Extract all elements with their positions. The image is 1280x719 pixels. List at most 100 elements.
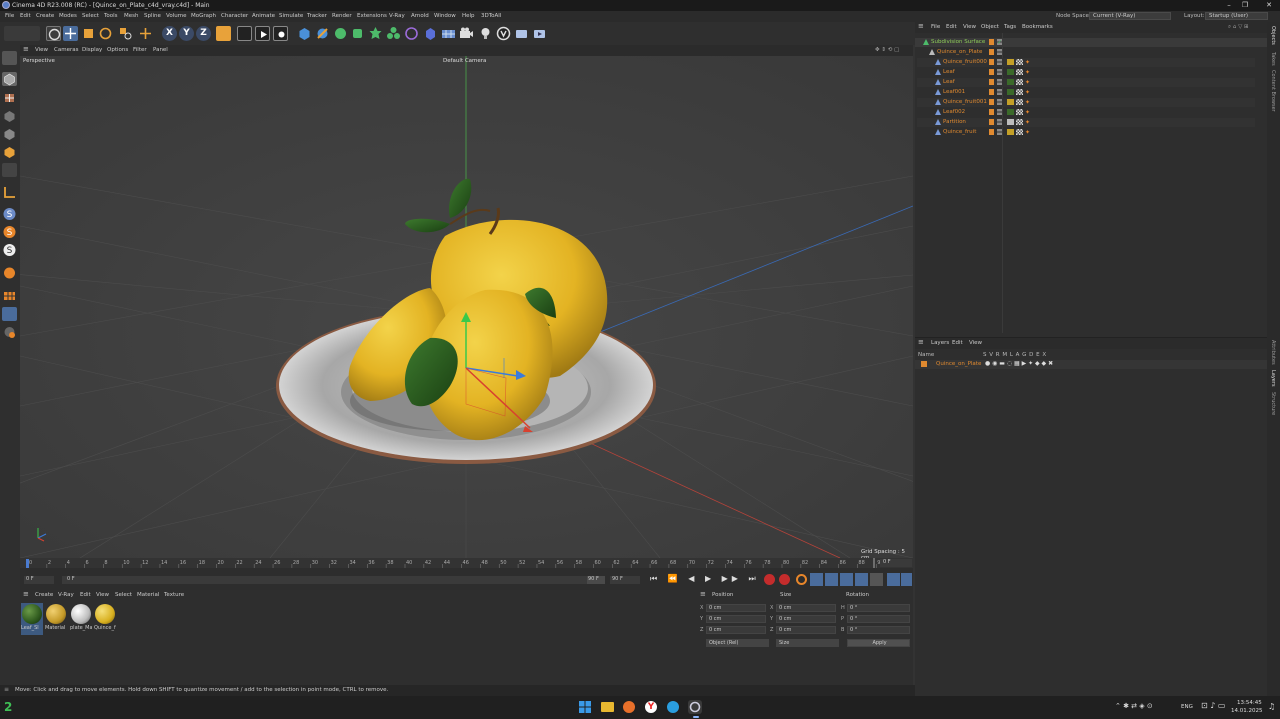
scale-tool-icon[interactable] [81,26,96,41]
timeline-window-icon[interactable] [901,573,912,586]
phong-tag-icon[interactable]: ✦ [1025,128,1031,136]
size-mode-dropdown[interactable]: Size [776,639,839,647]
visibility-dots-icon[interactable] [997,79,1002,85]
phong-tag-icon[interactable]: ✦ [1025,88,1031,96]
notification-bell-icon[interactable]: ♫ [1268,702,1275,711]
object-menu-icon[interactable]: ≡ [918,22,924,30]
layer-color-icon[interactable] [989,69,994,75]
object-name[interactable]: Quince_fruit [943,128,976,137]
menu-window[interactable]: Window [434,13,456,19]
layer-menu-icon[interactable]: ≡ [918,338,924,346]
viewport-menu-panel[interactable]: Panel [153,47,168,53]
layer-flags-icons[interactable]: ● ◉ ▬ ◌ ▦ ▶ ✦ ◆ ◆ ✖ [985,360,1053,367]
tab-content-browser[interactable]: Content Browser [1270,70,1276,112]
maximize-button[interactable]: ❐ [1238,1,1252,10]
tab-layers[interactable]: Layers [1270,370,1276,387]
material-menu-select[interactable]: Select [115,592,132,598]
x-axis-lock-button[interactable]: X [162,26,177,41]
move-tool-icon[interactable] [63,26,78,41]
keyframe-selection-icon[interactable] [796,574,807,585]
render-settings-icon[interactable] [273,26,288,41]
uvw-tag-icon[interactable] [1016,129,1023,135]
size-z-field[interactable]: 0 cm [776,626,836,634]
menu-3dtoall[interactable]: 3DToAll [481,13,501,19]
uvw-tag-icon[interactable] [1016,119,1023,125]
menu-extensions[interactable]: Extensions [357,13,387,19]
layer-color-icon[interactable] [989,99,994,105]
visibility-dots-icon[interactable] [997,49,1002,55]
visibility-dots-icon[interactable] [997,69,1002,75]
viewport-navigation-icons[interactable]: ✥ ⇕ ⟲ ▢ [875,47,899,53]
menu-simulate[interactable]: Simulate [279,13,303,19]
object-name[interactable]: Quince_fruit001 [943,98,987,107]
end-frame-marker[interactable]: 90 F [587,576,605,584]
yandex-browser-icon[interactable]: Y [645,701,657,713]
timeline-ruler[interactable]: 0 2 4 6 8 10 12 14 16 18 20 22 24 26 28 30 32 34 36 38 40 42 4… [20,558,913,568]
uvw-tag-icon[interactable] [1016,89,1023,95]
current-frame-field[interactable]: 0 F [880,559,912,567]
y-axis-lock-button[interactable]: Y [179,26,194,41]
rotation-key-icon[interactable] [840,573,853,586]
object-row[interactable]: Leaf001 ✦ [917,88,1255,97]
position-y-field[interactable]: 0 cm [706,615,766,623]
layer-row[interactable]: Quince_on_Plate ● ◉ ▬ ◌ ▦ ▶ ✦ ◆ ◆ ✖ [915,360,1267,369]
material-tag-icon[interactable] [1007,99,1014,105]
render-to-picture-viewer-icon[interactable] [255,26,270,41]
menu-spline[interactable]: Spline [144,13,161,19]
workplane-icon[interactable] [2,266,17,280]
object-row[interactable]: Quince_fruit001 ✦ [917,98,1255,107]
browser-icon[interactable] [623,701,635,713]
phong-tag-icon[interactable]: ✦ [1025,118,1031,126]
texture-mode-icon[interactable] [2,91,17,105]
object-menu-view[interactable]: View [963,24,976,30]
viewport-menu-cameras[interactable]: Cameras [54,47,78,53]
menu-character[interactable]: Character [221,13,248,19]
menu-create[interactable]: Create [36,13,54,19]
object-search-icon[interactable]: ⌕ ⌂ ▽ ⊞ [1228,24,1249,31]
rotate-tool-icon[interactable] [98,26,113,41]
phong-tag-icon[interactable]: ✦ [1025,98,1031,106]
pen-tool-icon[interactable] [315,26,330,41]
field-icon[interactable] [404,26,419,41]
rotation-b-field[interactable]: 0 ° [847,626,910,634]
axis-mode-icon[interactable] [2,185,17,199]
scene-object-icon[interactable] [423,26,438,41]
menu-file[interactable]: File [5,13,14,19]
material-tag-icon[interactable] [1007,59,1014,65]
position-key-icon[interactable] [810,573,823,586]
uvw-tag-icon[interactable] [1016,79,1023,85]
visibility-dots-icon[interactable] [997,109,1002,115]
subdivision-surface-icon[interactable] [333,26,348,41]
file-explorer-icon[interactable] [601,702,614,712]
layer-name[interactable]: Quince_on_Plate [936,361,981,367]
menu-select[interactable]: Select [82,13,99,19]
scale-key-icon[interactable] [825,573,838,586]
uvw-tag-icon[interactable] [1016,69,1023,75]
object-row[interactable]: Leaf ✦ [917,68,1255,77]
uvw-tag-icon[interactable] [1016,99,1023,105]
material-swatch[interactable]: Leaf_Sl [21,603,43,635]
windows-start-icon[interactable] [579,701,591,713]
coordinate-mode-dropdown[interactable]: Object (Rel) [706,639,769,647]
timeline[interactable]: 0 2 4 6 8 10 12 14 16 18 20 22 24 26 28 30 32 34 36 38 40 42 4… [20,558,913,590]
light-icon[interactable] [478,26,493,41]
menu-arnold[interactable]: Arnold [411,13,429,19]
rotation-h-field[interactable]: 0 ° [847,604,910,612]
viewport-menu-icon[interactable]: ≡ [23,45,29,53]
pla-key-icon[interactable] [870,573,883,586]
language-indicator[interactable]: ENG [1181,704,1193,710]
camera-label[interactable]: Default Camera [443,58,486,64]
parameter-key-icon[interactable] [855,573,868,586]
menu-animate[interactable]: Animate [252,13,275,19]
quantize-icon[interactable] [2,325,17,339]
widget-badge[interactable]: 2 [4,700,12,714]
menu-vray[interactable]: V-Ray [389,13,405,19]
menu-render[interactable]: Render [332,13,352,19]
layer-color-icon[interactable] [989,89,994,95]
material-menu-edit[interactable]: Edit [80,592,91,598]
undo-redo-icon[interactable] [4,26,40,41]
make-editable-icon[interactable] [2,51,17,65]
phong-tag-icon[interactable]: ✦ [1025,58,1031,66]
cube-object-icon[interactable] [297,26,312,41]
layer-color-icon[interactable] [989,39,994,45]
